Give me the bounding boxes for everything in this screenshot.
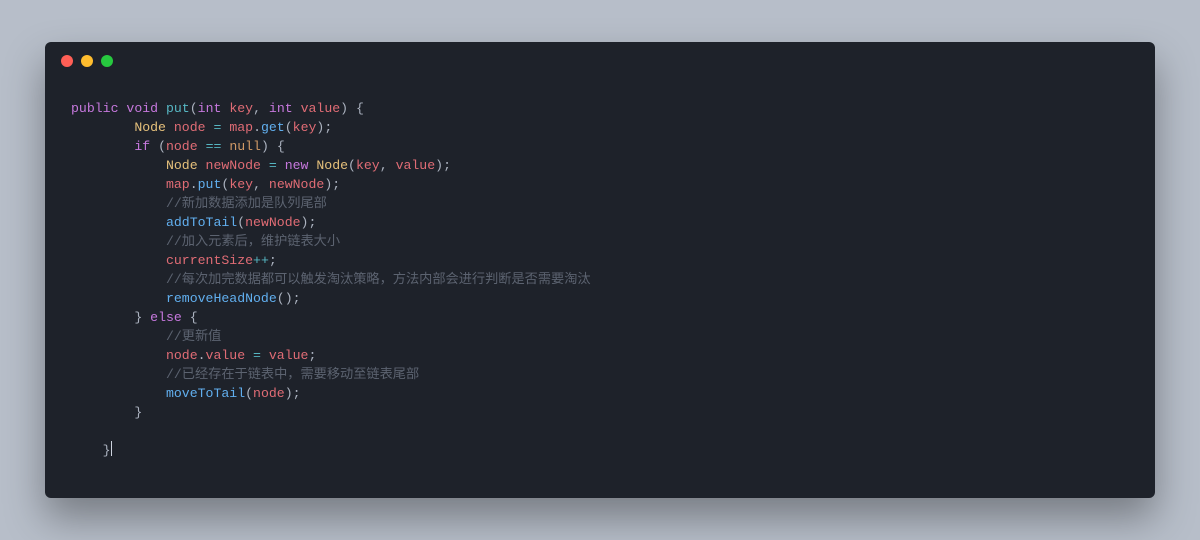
paren-close: ) — [285, 386, 293, 401]
arg-newnode: newNode — [245, 215, 300, 230]
dot: . — [198, 348, 206, 363]
type-node: Node — [316, 158, 348, 173]
semicolon: ; — [324, 120, 332, 135]
semicolon: ; — [308, 348, 316, 363]
op-assign: = — [213, 120, 221, 135]
comment: //加入元素后，维护链表大小 — [166, 234, 340, 249]
var-node: node — [166, 139, 198, 154]
paren-close: ) — [340, 101, 348, 116]
semicolon: ; — [443, 158, 451, 173]
brace-close: } — [103, 443, 111, 458]
comma: , — [380, 158, 388, 173]
var-map: map — [166, 177, 190, 192]
semicolon: ; — [332, 177, 340, 192]
call-put: put — [198, 177, 222, 192]
brace-close: } — [134, 310, 142, 325]
field-value: value — [206, 348, 246, 363]
keyword-new: new — [285, 158, 309, 173]
call-removeheadnode: removeHeadNode — [166, 291, 277, 306]
var-map: map — [229, 120, 253, 135]
dot: . — [253, 120, 261, 135]
paren-close: ) — [285, 291, 293, 306]
literal-null: null — [229, 139, 261, 154]
semicolon: ; — [308, 215, 316, 230]
comment: //每次加完数据都可以触发淘汰策略，方法内部会进行判断是否需要淘汰 — [166, 272, 591, 287]
method-name-put: put — [166, 101, 190, 116]
arg-node: node — [253, 386, 285, 401]
comment: //新加数据添加是队列尾部 — [166, 196, 327, 211]
comma: , — [253, 101, 261, 116]
type-node: Node — [166, 158, 198, 173]
comment: //已经存在于链表中，需要移动至链表尾部 — [166, 367, 419, 382]
op-assign: = — [253, 348, 261, 363]
var-node: node — [174, 120, 206, 135]
comma: , — [253, 177, 261, 192]
maximize-icon[interactable] — [101, 55, 113, 67]
text-cursor — [111, 441, 112, 456]
keyword-if: if — [134, 139, 150, 154]
close-icon[interactable] — [61, 55, 73, 67]
arg-key: key — [229, 177, 253, 192]
op-assign: = — [269, 158, 277, 173]
paren-open: ( — [158, 139, 166, 154]
keyword-public: public — [71, 101, 118, 116]
var-value: value — [269, 348, 309, 363]
brace-open: { — [190, 310, 198, 325]
type-node: Node — [134, 120, 166, 135]
keyword-else: else — [150, 310, 182, 325]
param-value: value — [301, 101, 341, 116]
semicolon: ; — [293, 386, 301, 401]
call-addtotail: addToTail — [166, 215, 237, 230]
paren-open: ( — [277, 291, 285, 306]
brace-open: { — [277, 139, 285, 154]
arg-value: value — [396, 158, 436, 173]
brace-open: { — [356, 101, 364, 116]
titlebar — [45, 42, 1155, 80]
comment: //更新值 — [166, 329, 221, 344]
call-get: get — [261, 120, 285, 135]
code-window: public void put(int key, int value) { No… — [45, 42, 1155, 498]
paren-open: ( — [190, 101, 198, 116]
var-node: node — [166, 348, 198, 363]
op-pp: ++ — [253, 253, 269, 268]
paren-open: ( — [285, 120, 293, 135]
keyword-int: int — [269, 101, 293, 116]
minimize-icon[interactable] — [81, 55, 93, 67]
brace-close: } — [134, 405, 142, 420]
keyword-int: int — [198, 101, 222, 116]
paren-close: ) — [435, 158, 443, 173]
arg-key: key — [293, 120, 317, 135]
paren-open: ( — [237, 215, 245, 230]
dot: . — [190, 177, 198, 192]
arg-key: key — [356, 158, 380, 173]
code-editor[interactable]: public void put(int key, int value) { No… — [45, 80, 1155, 478]
paren-close: ) — [261, 139, 269, 154]
arg-newnode: newNode — [269, 177, 324, 192]
paren-open: ( — [348, 158, 356, 173]
semicolon: ; — [293, 291, 301, 306]
var-newnode: newNode — [206, 158, 261, 173]
op-eqeq: == — [206, 139, 222, 154]
param-key: key — [229, 101, 253, 116]
keyword-void: void — [126, 101, 158, 116]
semicolon: ; — [269, 253, 277, 268]
paren-open: ( — [245, 386, 253, 401]
call-movetotail: moveToTail — [166, 386, 245, 401]
var-currentsize: currentSize — [166, 253, 253, 268]
